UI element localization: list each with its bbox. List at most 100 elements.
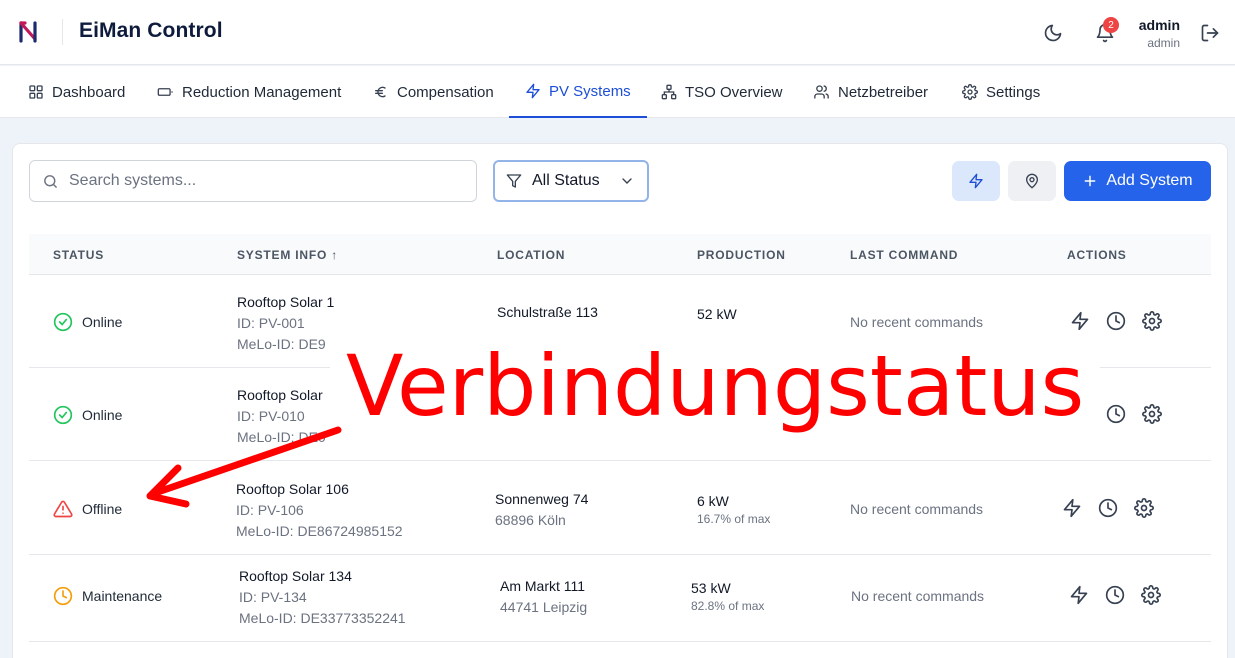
users-icon (814, 85, 829, 99)
status-text: Online (82, 407, 123, 423)
tab-label: Dashboard (52, 83, 126, 101)
theme-toggle-button[interactable] (1040, 20, 1066, 46)
tab-label: TSO Overview (685, 83, 783, 101)
system-name: Rooftop Solar 134 (239, 568, 352, 584)
user-name[interactable]: admin (1139, 17, 1180, 33)
column-header-system-info[interactable]: SYSTEM INFO ↑ (237, 248, 338, 262)
add-system-label: Add System (1106, 172, 1193, 189)
gear-icon[interactable] (1142, 311, 1162, 331)
column-header-status: STATUS (53, 248, 105, 262)
clock-icon[interactable] (1106, 311, 1126, 331)
melo-id: MeLo-ID: DE33773352241 (239, 610, 406, 626)
app-title: EiMan Control (79, 19, 223, 42)
production-value: 53 kW (691, 580, 731, 596)
notification-badge: 2 (1103, 17, 1119, 33)
add-system-button[interactable]: Add System (1064, 161, 1211, 201)
logout-icon (1201, 24, 1219, 42)
battery-icon (157, 88, 173, 96)
column-header-location: LOCATION (497, 248, 566, 262)
annotation-arrow-icon (146, 426, 342, 508)
gear-icon[interactable] (1141, 585, 1161, 605)
status-cell: Online (53, 312, 122, 332)
logout-button[interactable] (1197, 20, 1223, 46)
column-header-last-command: LAST COMMAND (850, 248, 959, 262)
system-name: Rooftop Solar (237, 387, 323, 403)
location-city: 44741 Leipzig (500, 599, 588, 615)
bolt-icon (969, 173, 983, 189)
production-value: 6 kW (697, 493, 729, 509)
warning-triangle-icon (53, 500, 73, 518)
tab-label: PV Systems (549, 82, 631, 100)
row-actions (1069, 585, 1161, 605)
status-text: Online (82, 314, 123, 330)
status-cell: Offline (53, 499, 122, 519)
system-info-cell: Rooftop Solar 134 ID: PV-134 MeLo-ID: DE… (239, 568, 406, 626)
location-city: 68896 Köln (495, 512, 566, 528)
row-actions (1062, 498, 1154, 518)
tab-label: Settings (986, 83, 1041, 101)
header-divider (62, 19, 63, 45)
tab-label: Compensation (397, 83, 494, 101)
network-icon (661, 84, 677, 100)
row-actions (1070, 311, 1162, 331)
chevron-down-icon (622, 178, 632, 184)
bolt-icon[interactable] (1069, 585, 1089, 605)
production-cell: 53 kW 82.8% of max (691, 580, 764, 613)
status-text: Offline (82, 501, 123, 517)
last-command-cell: No recent commands (850, 314, 984, 330)
filter-icon (506, 174, 522, 188)
tab-pv-systems[interactable]: PV Systems (509, 66, 647, 118)
system-id: ID: PV-134 (239, 589, 307, 605)
system-id: ID: PV-001 (237, 315, 305, 331)
euro-icon (375, 86, 386, 98)
clock-icon[interactable] (1106, 404, 1126, 424)
grid-icon (29, 85, 43, 99)
last-command-cell: No recent commands (850, 501, 984, 517)
map-view-button[interactable] (1008, 161, 1056, 201)
main-nav: Dashboard Reduction Management Compensat… (0, 66, 1235, 118)
search-icon (44, 174, 57, 188)
search-box[interactable] (29, 160, 477, 202)
location-cell: Sonnenweg 74 68896 Köln (495, 491, 588, 528)
gear-icon[interactable] (1134, 498, 1154, 518)
plus-icon (1084, 175, 1096, 187)
check-circle-icon (53, 312, 73, 332)
gear-icon[interactable] (1142, 404, 1162, 424)
production-percent: 82.8% of max (691, 599, 765, 613)
location-street: Am Markt 111 (500, 578, 586, 594)
gear-icon (962, 84, 978, 100)
clock-icon[interactable] (1098, 498, 1118, 518)
tab-reduction-management[interactable]: Reduction Management (157, 66, 341, 118)
system-name: Rooftop Solar 1 (237, 294, 335, 310)
production-percent: 16.7% of max (697, 512, 771, 526)
production-value: 52 kW (697, 306, 737, 322)
search-input[interactable] (69, 172, 449, 190)
table-row: Maintenance Rooftop Solar 134 ID: PV-134… (29, 555, 1211, 642)
status-filter-value: All Status (532, 172, 600, 189)
status-cell: Online (53, 405, 122, 425)
clock-icon[interactable] (1105, 585, 1125, 605)
tab-settings[interactable]: Settings (962, 66, 1040, 118)
app-header: EiMan Control 2 admin admin (0, 0, 1235, 65)
melo-id: MeLo-ID: DE9 (237, 336, 326, 352)
status-filter-select[interactable]: All Status (493, 160, 649, 202)
annotation-label: Verbindungstatus (330, 330, 1101, 442)
last-command-cell: No recent commands (851, 588, 985, 604)
status-cell: Maintenance (53, 586, 162, 606)
column-header-production: PRODUCTION (697, 248, 786, 262)
tab-label: Netzbetreiber (838, 83, 929, 101)
tab-tso-overview[interactable]: TSO Overview (661, 66, 783, 118)
location-street: Sonnenweg 74 (495, 491, 589, 507)
column-header-actions: ACTIONS (1067, 248, 1127, 262)
tab-dashboard[interactable]: Dashboard (28, 66, 125, 118)
tab-compensation[interactable]: Compensation (373, 66, 494, 118)
moon-icon (1044, 24, 1062, 42)
tab-netzbetreiber[interactable]: Netzbetreiber (813, 66, 928, 118)
location-cell: Am Markt 111 44741 Leipzig (500, 578, 587, 615)
tab-label: Reduction Management (182, 83, 342, 101)
map-pin-icon (1025, 173, 1039, 189)
bolt-icon[interactable] (1062, 498, 1082, 518)
production-cell: 6 kW 16.7% of max (697, 493, 770, 526)
bolt-icon[interactable] (1070, 311, 1090, 331)
power-view-button[interactable] (952, 161, 1000, 201)
